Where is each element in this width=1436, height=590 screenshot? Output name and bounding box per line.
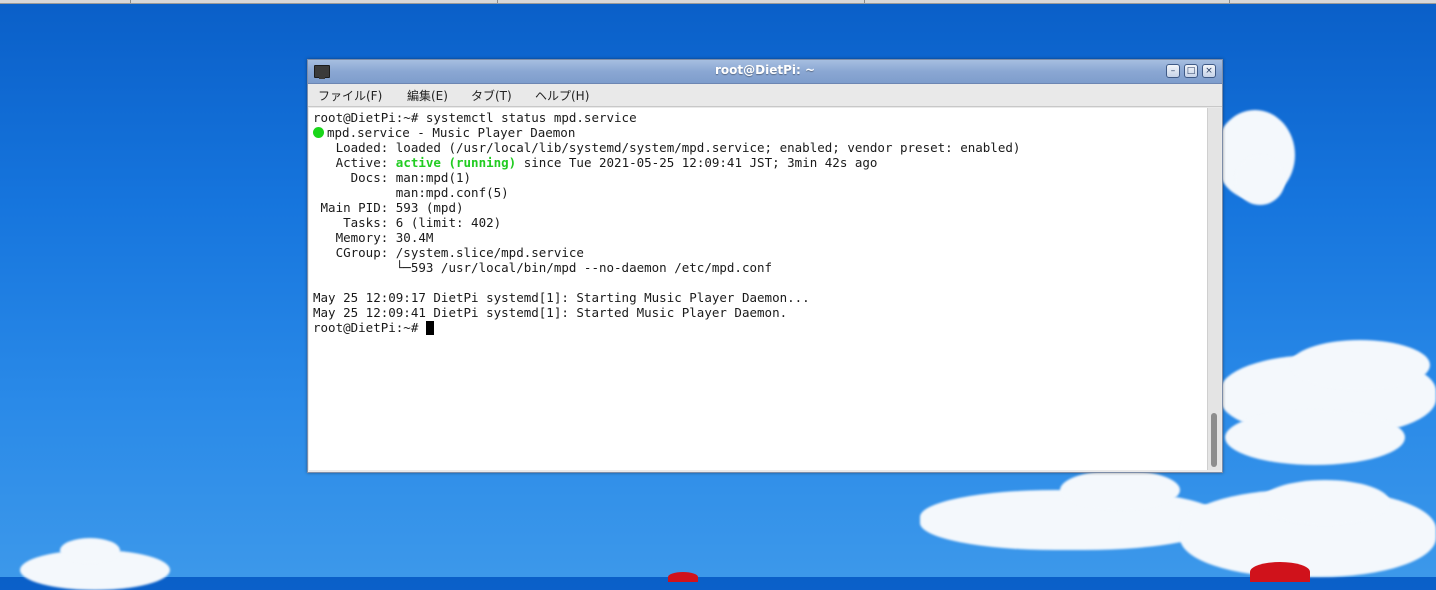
taskbar <box>0 0 1436 4</box>
title-bar[interactable]: root@DietPi: ~ – □ × <box>308 60 1222 84</box>
active-state: active (running) <box>395 155 517 170</box>
menu-edit[interactable]: 編集(E) <box>407 87 448 104</box>
scrollbar[interactable] <box>1207 108 1221 470</box>
tasks-line: Tasks: 6 (limit: 402) <box>313 215 502 230</box>
loaded-line: Loaded: loaded (/usr/local/lib/systemd/s… <box>313 140 1021 155</box>
prompt-line: root@DietPi:~# <box>313 320 434 335</box>
menu-bar: ファイル(F) 編集(E) タブ(T) ヘルプ(H) <box>308 84 1222 107</box>
text-cursor <box>425 321 434 335</box>
taskbar-segment[interactable] <box>498 0 865 3</box>
status-dot-icon <box>313 127 324 138</box>
command-line: root@DietPi:~# systemctl status mpd.serv… <box>313 110 637 125</box>
menu-tabs[interactable]: タブ(T) <box>471 87 512 104</box>
cgroup-line: CGroup: /system.slice/mpd.service <box>313 245 584 260</box>
menu-file[interactable]: ファイル(F) <box>318 87 382 104</box>
terminal-output[interactable]: root@DietPi:~# systemctl status mpd.serv… <box>309 108 1207 470</box>
docs-line-2: man:mpd.conf(5) <box>313 185 509 200</box>
main-pid-line: Main PID: 593 (mpd) <box>313 200 464 215</box>
taskbar-segment[interactable] <box>865 0 1230 3</box>
service-header: mpd.service - Music Player Daemon <box>313 125 575 140</box>
window-title: root@DietPi: ~ <box>714 63 816 77</box>
log-line-2: May 25 12:09:41 DietPi systemd[1]: Start… <box>313 305 788 320</box>
terminal-window[interactable]: root@DietPi: ~ – □ × ファイル(F) 編集(E) タブ(T)… <box>307 59 1223 473</box>
memory-line: Memory: 30.4M <box>313 230 434 245</box>
scrollbar-thumb[interactable] <box>1211 413 1217 467</box>
docs-line: Docs: man:mpd(1) <box>313 170 472 185</box>
close-button[interactable]: × <box>1202 64 1216 78</box>
menu-help[interactable]: ヘルプ(H) <box>535 87 589 104</box>
cgroup-child-line: └─593 /usr/local/bin/mpd --no-daemon /et… <box>313 260 773 275</box>
active-line: Active: active (running) since Tue 2021-… <box>313 155 878 170</box>
taskbar-segment[interactable] <box>0 0 131 3</box>
maximize-button[interactable]: □ <box>1184 64 1198 78</box>
minimize-button[interactable]: – <box>1166 64 1180 78</box>
log-line: May 25 12:09:17 DietPi systemd[1]: Start… <box>313 290 810 305</box>
taskbar-segment[interactable] <box>131 0 498 3</box>
